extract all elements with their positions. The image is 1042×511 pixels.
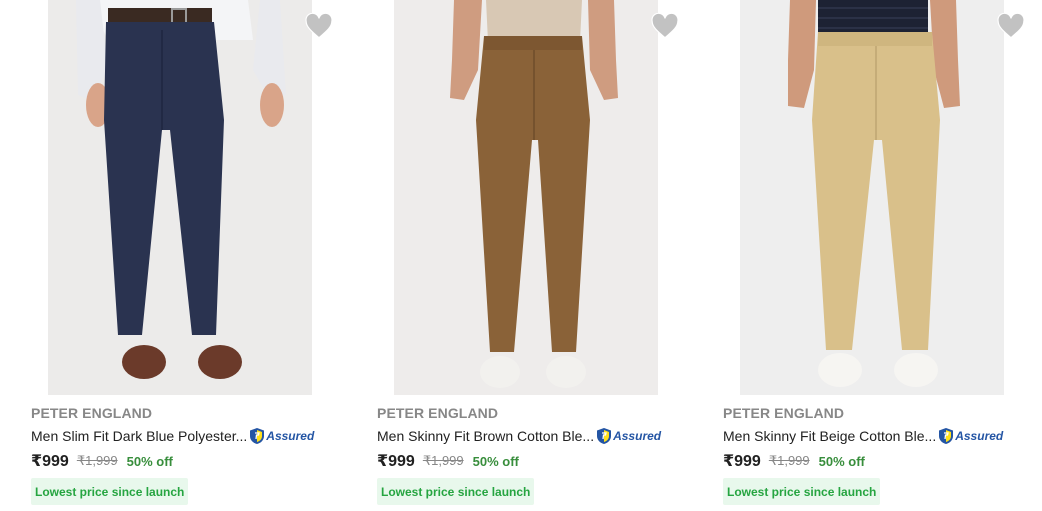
- product-card[interactable]: PETER ENGLAND Men Slim Fit Dark Blue Pol…: [31, 0, 333, 511]
- wishlist-heart-icon[interactable]: [305, 13, 333, 39]
- product-brand: PETER ENGLAND: [31, 405, 153, 421]
- brown-chinos-image: [394, 0, 658, 395]
- discount-percent: 50% off: [818, 453, 865, 469]
- assured-badge: Assured: [249, 427, 314, 445]
- product-card[interactable]: PETER ENGLAND Men Skinny Fit Beige Cotto…: [723, 0, 1025, 511]
- product-title[interactable]: Men Skinny Fit Beige Cotton Ble...: [723, 428, 936, 444]
- assured-label: Assured: [955, 429, 1004, 443]
- assured-badge: Assured: [596, 427, 661, 445]
- wishlist-heart-icon[interactable]: [997, 13, 1025, 39]
- price-row: ₹999 ₹1,999 50% off: [723, 451, 865, 471]
- price-row: ₹999 ₹1,999 50% off: [377, 451, 519, 471]
- assured-label: Assured: [266, 429, 315, 443]
- selling-price: ₹999: [31, 453, 69, 470]
- product-title-row[interactable]: Men Skinny Fit Brown Cotton Ble... Assur…: [377, 426, 661, 446]
- beige-chinos-image: [740, 0, 1004, 395]
- product-image[interactable]: [394, 0, 658, 395]
- assured-shield-icon: [597, 428, 612, 444]
- assured-label: Assured: [613, 429, 662, 443]
- product-title[interactable]: Men Slim Fit Dark Blue Polyester...: [31, 428, 247, 444]
- assured-shield-icon: [939, 428, 954, 444]
- product-image[interactable]: [48, 0, 312, 395]
- assured-shield-icon: [250, 428, 265, 444]
- discount-percent: 50% off: [126, 453, 173, 469]
- navy-trousers-image: [48, 0, 312, 395]
- selling-price: ₹999: [723, 453, 761, 470]
- price-tag: Lowest price since launch: [377, 478, 535, 505]
- wishlist-heart-icon[interactable]: [651, 13, 679, 39]
- product-brand: PETER ENGLAND: [723, 405, 845, 421]
- product-title-row[interactable]: Men Slim Fit Dark Blue Polyester... Assu…: [31, 426, 314, 446]
- product-card[interactable]: PETER ENGLAND Men Skinny Fit Brown Cotto…: [377, 0, 679, 511]
- product-brand: PETER ENGLAND: [377, 405, 499, 421]
- price-tag: Lowest price since launch: [723, 478, 881, 505]
- original-price: ₹1,999: [76, 453, 118, 468]
- product-grid: PETER ENGLAND Men Slim Fit Dark Blue Pol…: [0, 0, 1042, 511]
- product-title[interactable]: Men Skinny Fit Brown Cotton Ble...: [377, 428, 594, 444]
- discount-percent: 50% off: [472, 453, 519, 469]
- selling-price: ₹999: [377, 453, 415, 470]
- product-image[interactable]: [740, 0, 1004, 395]
- product-title-row[interactable]: Men Skinny Fit Beige Cotton Ble... Assur…: [723, 426, 1003, 446]
- assured-badge: Assured: [938, 427, 1003, 445]
- original-price: ₹1,999: [422, 453, 464, 468]
- price-row: ₹999 ₹1,999 50% off: [31, 451, 173, 471]
- original-price: ₹1,999: [768, 453, 810, 468]
- price-tag: Lowest price since launch: [31, 478, 189, 505]
